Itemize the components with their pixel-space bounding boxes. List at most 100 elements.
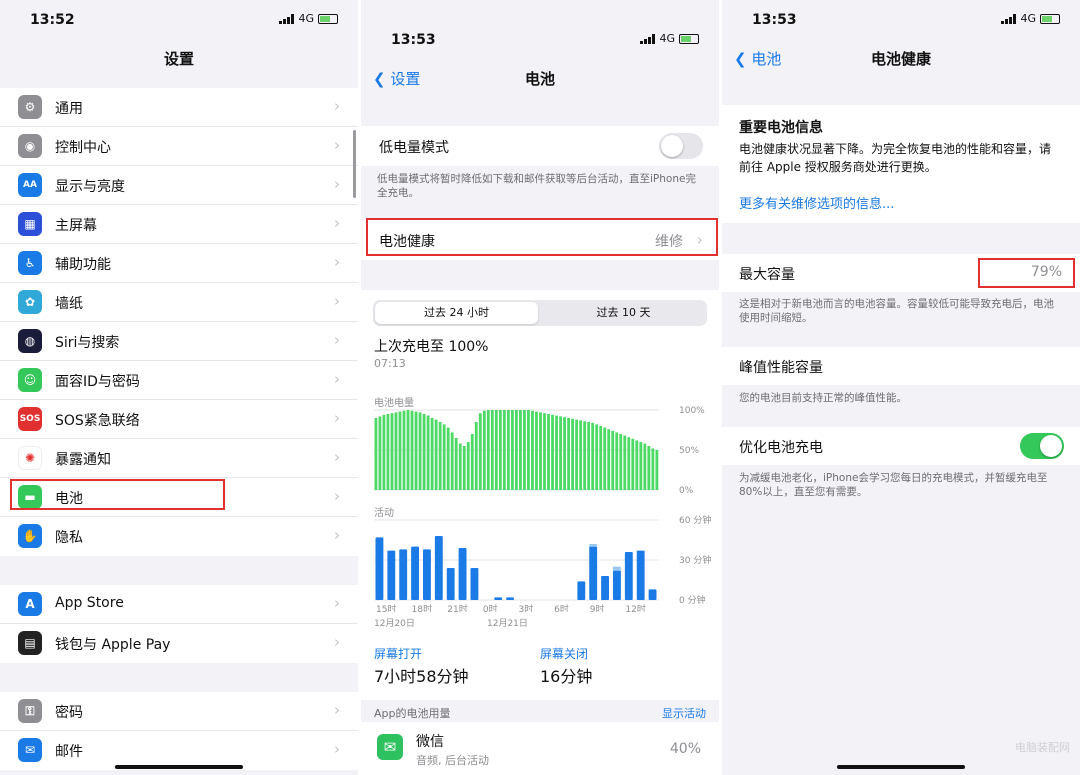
activity-bar-secondary [589,544,598,547]
level-bar [599,426,603,490]
level-tick-label: 50% [679,446,699,456]
activity-bar [589,546,598,600]
battery-status-icon [1040,13,1060,24]
activity-bar [387,550,396,600]
chevron-right-icon: › [334,526,340,544]
level-bar [611,430,615,490]
battery-status-icon [679,33,699,44]
level-bar [442,424,446,490]
settings-panel: 13:52 4G 设置 ⚙ 通用 › ◉ 控制中心 › AA 显示与亮度 › ▦ 主屏幕 › ♿ 辅助功能… [0,0,358,775]
activity-bar [648,589,657,600]
settings-row-label: 面容ID与密码 [55,374,140,390]
level-tick-label: 0% [679,486,694,496]
settings-row[interactable]: ◍ Siri与搜索 › [0,322,358,361]
tab-10d[interactable]: 过去 10 天 [542,302,705,324]
settings-row[interactable]: ✿ 墙纸 › [0,283,358,322]
level-bar [382,414,386,490]
settings-row-label: 显示与亮度 [55,179,125,195]
activity-bar [624,552,633,600]
settings-row[interactable]: ♿ 辅助功能 › [0,244,358,283]
max-capacity-note: 这是相对于新电池而言的电池容量。容量较低可能导致充电后，电池使用时间缩短。 [739,298,1054,324]
hand-icon: ✋ [18,524,42,548]
network-type: 4G [659,32,675,45]
level-bar [398,411,402,490]
status-time: 13:53 [752,12,797,28]
level-bar [543,413,546,490]
settings-row[interactable]: AA 显示与亮度 › [0,166,358,205]
level-bar [619,434,623,490]
settings-row[interactable]: ⚿ 密码 › [0,692,358,731]
level-bar [478,413,482,490]
optimize-charging-note: 为减缓电池老化，iPhone会学习您每日的充电模式，并暂缓充电至80%以上，直至… [739,472,1048,498]
activity-bar [423,549,431,600]
mail-icon: ✉ [18,738,42,762]
watermark: 电脑装配网 [1015,741,1070,754]
level-bar [502,410,506,490]
chevron-right-icon: › [334,253,340,271]
settings-row[interactable]: ▦ 主屏幕 › [0,205,358,244]
activity-bar [636,550,645,600]
level-bar [551,414,554,490]
important-info-card: 重要电池信息 电池健康状况显著下降。为完全恢复电池的性能和容量，请前往 Appl… [722,105,1080,223]
level-bar [374,418,378,490]
show-activity-link[interactable]: 显示活动 [662,705,706,721]
level-bar [378,416,382,490]
network-type: 4G [1020,12,1036,25]
siri-icon: ◍ [18,329,42,353]
home-indicator[interactable] [837,765,965,769]
level-bar [458,443,462,490]
settings-row[interactable]: A App Store › [0,585,358,624]
level-bar [390,413,394,490]
level-bar [494,410,498,490]
chevron-right-icon: › [334,409,340,427]
level-bar [603,427,607,490]
x-tick-label: 6时 [554,603,569,612]
level-bar [547,414,550,490]
chevron-right-icon: › [334,136,340,154]
time-range-segmented-control[interactable]: 过去 24 小时 过去 10 天 [373,300,707,326]
network-type: 4G [298,12,314,25]
settings-row[interactable]: ☺ 面容ID与密码 › [0,361,358,400]
level-bar [639,442,643,490]
scrollbar[interactable] [353,130,356,198]
control-center-icon: ◉ [18,134,42,158]
level-bar [579,420,583,490]
activity-bar [613,570,621,600]
settings-row-label: 密码 [55,705,83,721]
level-bar [527,410,530,490]
settings-row[interactable]: ⚙ 通用 › [0,88,358,127]
chevron-right-icon: › [334,331,340,349]
settings-row-label: SOS紧急联络 [55,413,140,429]
settings-row[interactable]: ✋ 隐私 › [0,517,358,556]
low-power-toggle[interactable] [659,133,703,159]
chevron-right-icon: › [334,448,340,466]
repair-info-link[interactable]: 更多有关维修选项的信息... [739,193,894,212]
chevron-right-icon: › [334,292,340,310]
level-bar [474,422,478,490]
gear-icon: ⚙ [18,95,42,119]
home-indicator[interactable] [115,765,243,769]
settings-row[interactable]: ▤ 钱包与 Apple Pay › [0,624,358,663]
chevron-right-icon: › [334,594,340,612]
level-bar [563,417,566,490]
app-usage-row[interactable]: ✉ 微信 音频, 后台活动 40% [361,722,719,775]
level-bar [462,446,466,490]
status-bar: 13:52 4G [0,12,358,32]
app-subtitle: 音频, 后台活动 [416,754,489,767]
level-bar [595,424,599,490]
optimize-charging-toggle[interactable] [1020,433,1064,459]
settings-row[interactable]: SOS SOS紧急联络 › [0,400,358,439]
level-bar [571,418,575,490]
important-body: 电池健康状况显著下降。为完全恢复电池的性能和容量，请前往 Apple 授权服务商… [739,142,1052,174]
level-bar [523,410,526,490]
x-tick-label: 21时 [447,603,467,612]
chevron-right-icon: › [334,740,340,758]
tab-24h[interactable]: 过去 24 小时 [375,302,538,324]
settings-row[interactable]: ◉ 控制中心 › [0,127,358,166]
activity-bar [434,536,443,600]
level-bar [434,419,438,490]
app-usage-title: App的电池用量 [374,707,451,720]
settings-group-2: A App Store › ▤ 钱包与 Apple Pay › [0,585,358,663]
settings-row[interactable]: ✺ 暴露通知 › [0,439,358,478]
level-bar [567,418,570,490]
